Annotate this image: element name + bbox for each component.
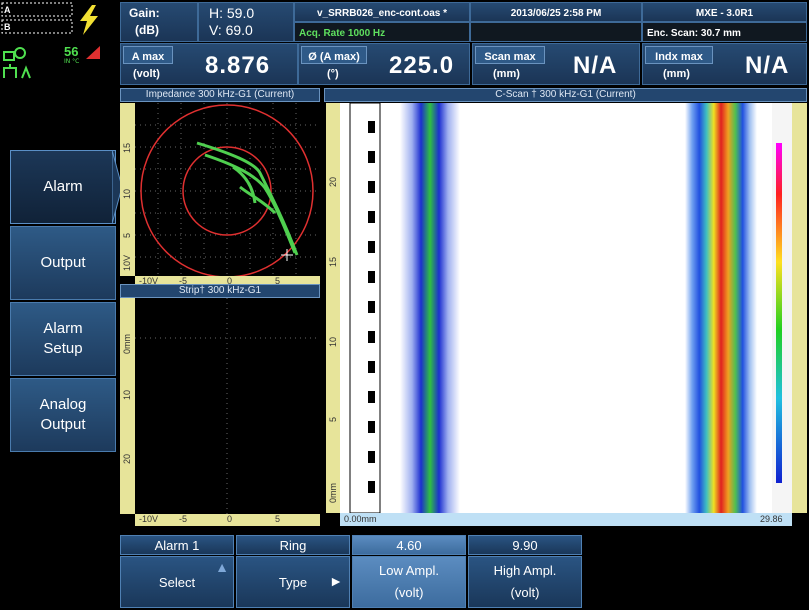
enc-scan: Enc. Scan: 30.7 mm — [647, 28, 741, 39]
softkey-type-value: Ring — [236, 535, 350, 555]
reading-unit: (mm) — [493, 68, 520, 80]
impedance-v-ruler: 15 10 5 10V — [120, 103, 135, 276]
reading-a-max[interactable]: A max (volt) 8.876 — [120, 43, 298, 85]
enc-scan-cell: Enc. Scan: 30.7 mm — [642, 22, 807, 42]
reading-unit: (mm) — [663, 68, 690, 80]
datetime-cell: 2013/06/25 2:58 PM — [470, 2, 642, 22]
softkey-label: Type — [278, 574, 308, 590]
svg-text:B: B — [4, 22, 11, 32]
reading-label: Ø (A max) — [308, 51, 360, 63]
svg-text:A: A — [4, 5, 11, 15]
reading-value: 8.876 — [205, 52, 271, 79]
cscan-title: C-Scan † 300 kHz-G1 (Current) — [324, 88, 807, 102]
gain-label: Gain: — [129, 6, 160, 20]
version: MXE - 3.0R1 — [695, 8, 754, 19]
softkey-label: Select — [158, 574, 196, 590]
gain-h-value: H: 59.0 — [209, 5, 255, 21]
reading-scan-max[interactable]: Scan max (mm) N/A — [472, 43, 640, 85]
cscan-h-ruler: 0.00mm 29.86 — [340, 513, 792, 526]
lightning-icon — [80, 5, 98, 35]
low-ampl-button[interactable]: Low Ampl. (volt) — [352, 556, 466, 608]
color-palette — [776, 143, 782, 483]
temperature-value: 56 — [64, 44, 79, 59]
gain-label-cell: Gain: (dB) — [120, 2, 198, 42]
high-ampl-button[interactable]: High Ampl. (volt) — [468, 556, 582, 608]
cscan-indication-right — [685, 103, 757, 513]
temp-warning-icon — [86, 46, 100, 59]
type-button[interactable]: Type ► — [236, 556, 350, 608]
impedance-title: Impedance 300 kHz-G1 (Current) — [120, 88, 320, 102]
temperature-unit: IN °C — [64, 58, 80, 65]
strip-plot[interactable] — [135, 298, 320, 514]
menu-label: Analog Output — [39, 396, 87, 433]
reading-label: A max — [131, 51, 165, 63]
reading-indx-max[interactable]: Indx max (mm) N/A — [642, 43, 807, 85]
datetime: 2013/06/25 2:58 PM — [510, 8, 602, 19]
strip-title: Strip† 300 kHz-G1 — [120, 284, 320, 298]
softkey-high-value: 9.90 — [468, 535, 582, 555]
select-button[interactable]: Select ▲ — [120, 556, 234, 608]
gain-v-value: V: 69.0 — [209, 22, 253, 38]
filename: v_SRRB026_enc-cont.oas * — [316, 8, 448, 19]
impedance-plot[interactable] — [135, 103, 320, 276]
up-arrow-icon: ▲ — [215, 559, 229, 575]
acq-rate: Acq. Rate 1000 Hz — [299, 28, 386, 39]
cscan-right-ruler — [792, 103, 807, 513]
strip-v-ruler: 0mm 10 20 — [120, 298, 135, 514]
version-cell: MXE - 3.0R1 — [642, 2, 807, 22]
empty-status-cell — [470, 22, 642, 42]
softkey-label: High Ampl. (volt) — [493, 563, 557, 600]
gain-values-cell[interactable]: H: 59.0 V: 69.0 — [198, 2, 294, 42]
reading-unit: (volt) — [133, 68, 160, 80]
reading-value: N/A — [745, 52, 790, 79]
softkey-label: Low Ampl. (volt) — [379, 563, 439, 600]
battery-icon — [3, 47, 31, 79]
menu-label: Alarm Setup — [43, 320, 83, 357]
strip-h-ruler: -10V -5 0 5 — [135, 514, 320, 526]
right-arrow-icon: ► — [329, 573, 343, 589]
reading-value: N/A — [573, 52, 618, 79]
filename-cell: v_SRRB026_enc-cont.oas * — [294, 2, 470, 22]
menu-label: Output — [40, 254, 86, 271]
cscan-plot[interactable] — [340, 103, 792, 513]
gain-unit: (dB) — [135, 23, 159, 37]
cscan-v-ruler: 20 15 10 5 0mm — [326, 103, 340, 513]
reading-unit: (°) — [327, 68, 339, 80]
acq-rate-cell: Acq. Rate 1000 Hz — [294, 22, 470, 42]
menu-label: Alarm — [43, 178, 83, 195]
reading-label: Scan max — [484, 51, 536, 63]
reading-label: Indx max — [655, 51, 703, 63]
softkey-alarm-number: Alarm 1 — [120, 535, 234, 555]
status-icons: A B 56 IN °C — [0, 0, 118, 88]
menu-alarm[interactable]: Alarm — [10, 150, 116, 224]
reading-phase[interactable]: Ø (A max) (°) 225.0 — [298, 43, 470, 85]
menu-analog-output[interactable]: Analog Output — [10, 378, 116, 452]
menu-output[interactable]: Output — [10, 226, 116, 300]
reading-value: 225.0 — [389, 52, 455, 79]
menu-alarm-setup[interactable]: Alarm Setup — [10, 302, 116, 376]
cscan-indication-left — [400, 103, 460, 513]
softkey-low-value: 4.60 — [352, 535, 466, 555]
